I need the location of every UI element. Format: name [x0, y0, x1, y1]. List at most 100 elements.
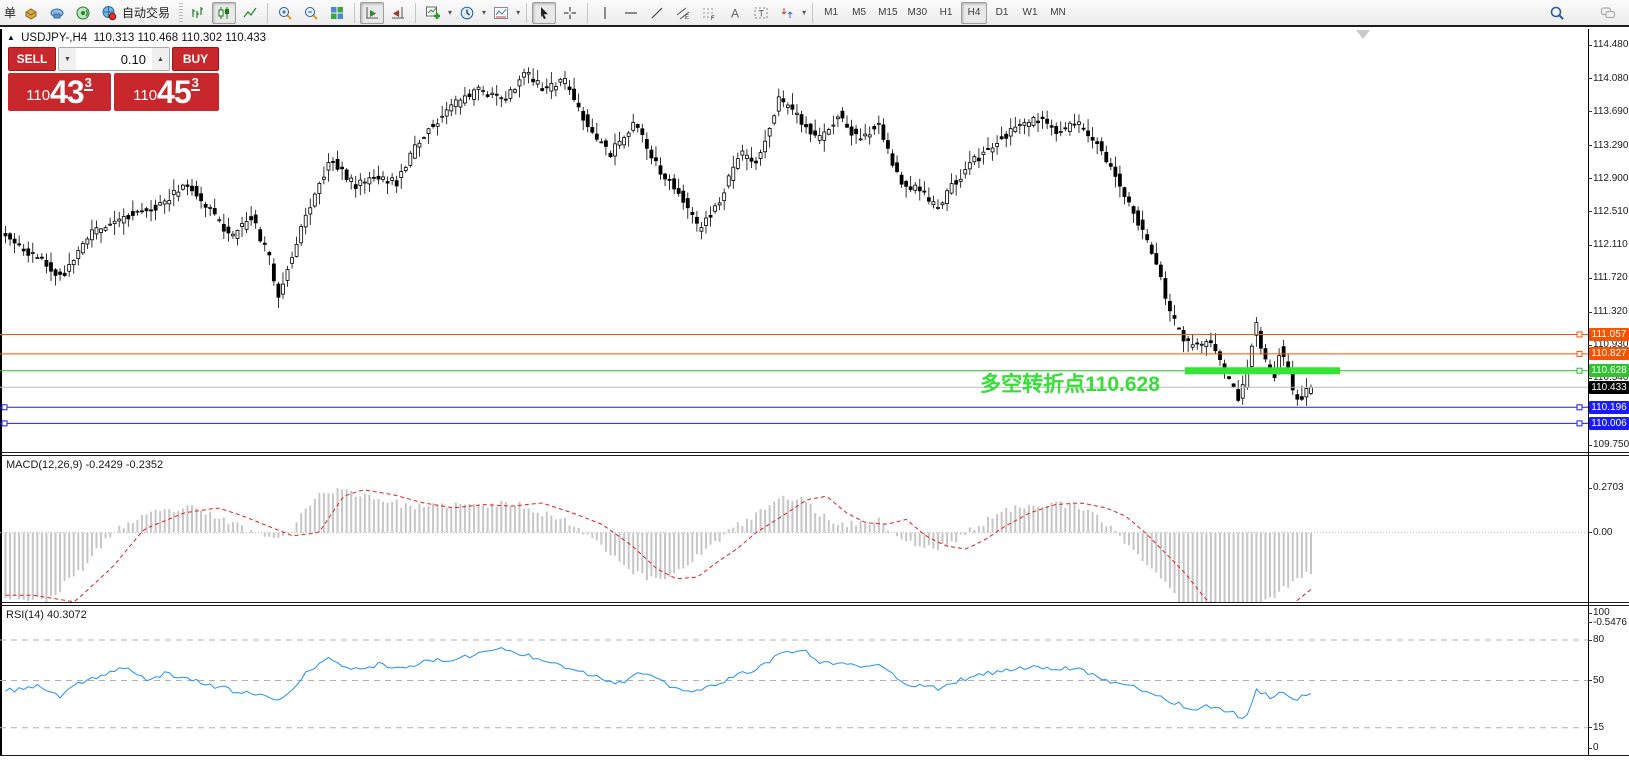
chat-icon[interactable] [1596, 2, 1620, 24]
buy-quote[interactable]: 110 45 3 [114, 73, 219, 111]
symbol-title: USDJPY-,H4 [21, 32, 87, 44]
mt4-window: 单 自动交易 [0, 0, 1629, 771]
volume-decrease-button[interactable]: ▼ [59, 48, 76, 70]
horizontal-line-tool[interactable] [619, 2, 643, 24]
trendline-tool[interactable] [645, 2, 669, 24]
arrows-dropdown-caret[interactable]: ▾ [800, 8, 808, 17]
svg-text:A: A [731, 6, 739, 20]
search-icon[interactable] [1545, 2, 1569, 24]
pivot-annotation[interactable]: 多空转折点110.628 [980, 368, 1160, 398]
macd-canvas[interactable] [0, 456, 1588, 602]
tf-h4-button[interactable]: H4 [961, 2, 987, 24]
axis-tick [1588, 312, 1592, 313]
axis-tick [1588, 278, 1592, 279]
chart-window: ▲ USDJPY-,H4 110.313 110.468 110.302 110… [0, 29, 1629, 771]
pane-divider[interactable] [0, 455, 1629, 456]
rsi-canvas[interactable] [0, 606, 1588, 755]
line-chart-button[interactable] [238, 2, 262, 24]
tf-m5-button[interactable]: M5 [846, 2, 872, 24]
zoom-out-button[interactable] [299, 2, 323, 24]
autotrade-button[interactable]: 自动交易 [97, 2, 176, 24]
price-level-badge: 110.006 [1589, 417, 1629, 430]
bar-chart-button[interactable] [186, 2, 210, 24]
axis-tick [1588, 445, 1592, 446]
signals-icon[interactable] [71, 2, 95, 24]
panel-collapse-icon[interactable]: ▲ [7, 33, 15, 42]
buy-price-main: 45 [157, 75, 191, 109]
toolbar-separator [415, 3, 416, 23]
cursor-button[interactable] [532, 2, 556, 24]
tf-m1-button[interactable]: M1 [818, 2, 844, 24]
templates-button[interactable] [489, 2, 513, 24]
tf-mn-button[interactable]: MN [1045, 2, 1071, 24]
axis-tick-label: 50 [1593, 675, 1604, 686]
price-chart-canvas[interactable] [0, 29, 1588, 452]
pane-divider[interactable] [0, 605, 1629, 606]
zoom-in-button[interactable] [273, 2, 297, 24]
axis-tick [1588, 613, 1592, 614]
axis-tick [1588, 145, 1592, 146]
templates-dropdown-caret[interactable]: ▾ [514, 8, 522, 17]
toolbar-separator [812, 3, 813, 23]
text-tool[interactable]: A [723, 2, 747, 24]
axis-tick-label: 114.480 [1593, 39, 1628, 50]
pane-divider[interactable] [0, 602, 1629, 603]
arrows-tool[interactable] [775, 2, 799, 24]
price-level-badge: 111.057 [1589, 328, 1629, 341]
deposit-icon[interactable] [19, 2, 43, 24]
tf-m30-button[interactable]: M30 [904, 2, 931, 24]
volume-increase-button[interactable]: ▲ [152, 48, 169, 70]
axis-tick [1588, 111, 1592, 112]
svg-text:F: F [711, 16, 715, 21]
current-price-badge: 110.433 [1589, 381, 1629, 394]
axis-tick-label: 112.110 [1593, 239, 1628, 250]
indicators-dropdown-caret[interactable]: ▾ [446, 8, 454, 17]
fibonacci-tool[interactable]: F [697, 2, 721, 24]
axis-tick-label: 111.320 [1593, 306, 1628, 317]
axis-tick [1588, 748, 1592, 749]
tf-m15-button[interactable]: M15 [874, 2, 901, 24]
sell-button[interactable]: SELL [8, 47, 56, 71]
equidistant-channel-tool[interactable]: E [671, 2, 695, 24]
tf-d1-button[interactable]: D1 [989, 2, 1015, 24]
market-cloud-icon[interactable] [45, 2, 69, 24]
chart-shift-button[interactable] [386, 2, 410, 24]
new-order-button[interactable]: 单 [2, 4, 18, 21]
axis-tick-label: 109.750 [1593, 439, 1629, 450]
sell-quote[interactable]: 110 43 3 [8, 73, 111, 111]
buy-price-sup: 3 [191, 77, 200, 91]
candlestick-chart-button[interactable] [212, 2, 236, 24]
volume-spinner: ▼ ▲ [58, 47, 170, 71]
axis-tick [1588, 378, 1592, 379]
buy-button[interactable]: BUY [172, 47, 219, 71]
rsi-label: RSI(14) 40.3072 [6, 609, 87, 621]
axis-tick-label: 0 [1593, 742, 1599, 753]
tf-w1-button[interactable]: W1 [1017, 2, 1043, 24]
vertical-line-tool[interactable] [593, 2, 617, 24]
chart-shift-marker[interactable] [1356, 30, 1370, 39]
volume-input[interactable] [76, 48, 152, 70]
axis-tick [1588, 345, 1592, 346]
auto-scroll-button[interactable] [360, 2, 384, 24]
tile-windows-button[interactable] [325, 2, 349, 24]
axis-tick-label: 0.2703 [1593, 482, 1624, 493]
axis-tick [1588, 727, 1592, 728]
autotrade-label: 自动交易 [120, 4, 172, 21]
periods-dropdown-caret[interactable]: ▾ [480, 8, 488, 17]
toolbar-separator [267, 3, 268, 23]
axis-tick-label: 113.690 [1593, 106, 1628, 117]
axis-tick-label: 113.290 [1593, 140, 1628, 151]
axis-tick-label: 111.720 [1593, 272, 1628, 283]
toolbar: 单 自动交易 [0, 0, 1629, 27]
crosshair-button[interactable] [558, 2, 582, 24]
axis-tick [1588, 211, 1592, 212]
pane-divider[interactable] [0, 452, 1629, 453]
tf-h1-button[interactable]: H1 [933, 2, 959, 24]
axis-tick-label: 112.510 [1593, 206, 1628, 217]
axis-tick [1588, 245, 1592, 246]
periods-button[interactable] [455, 2, 479, 24]
axis-tick [1588, 680, 1592, 681]
axis-tick [1588, 488, 1592, 489]
indicators-button[interactable] [421, 2, 445, 24]
text-label-tool[interactable]: T [749, 2, 773, 24]
